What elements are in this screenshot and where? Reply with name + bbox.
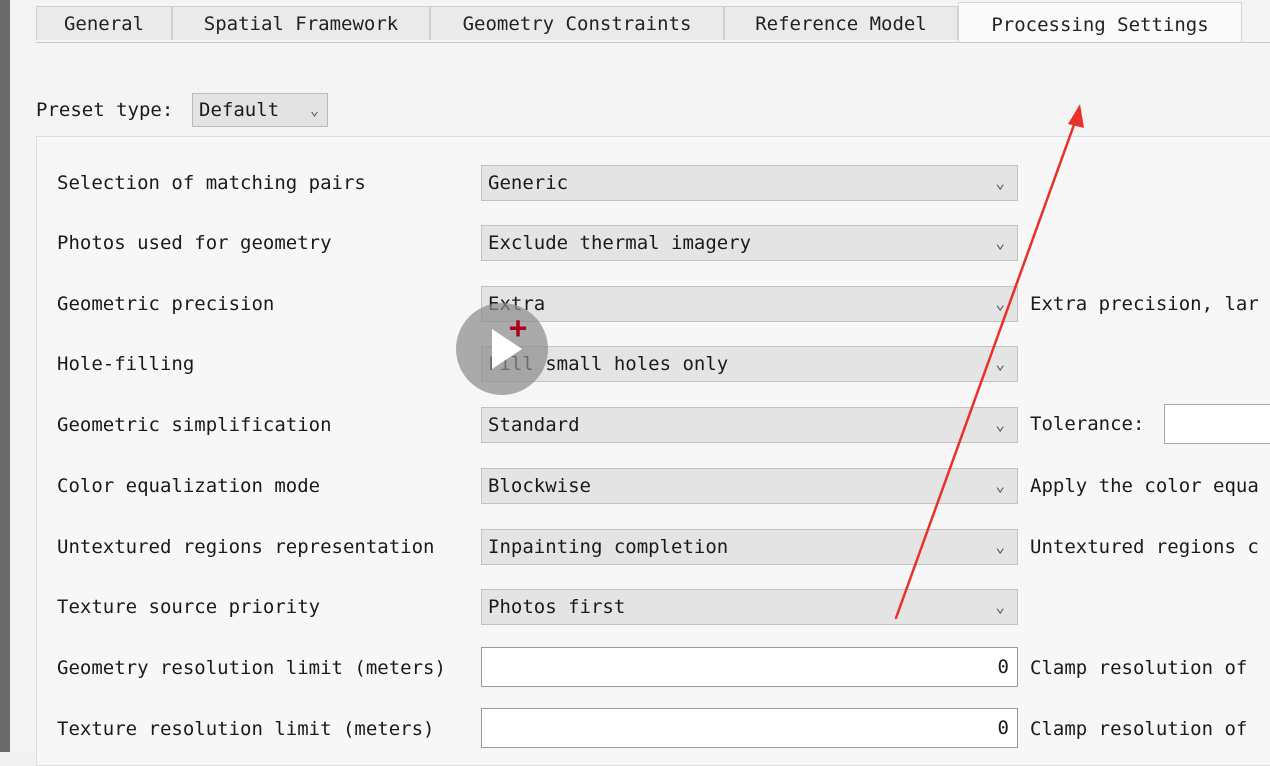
geometric-precision-select[interactable]: Extra ⌄ [481, 286, 1018, 322]
photos-geometry-value: Exclude thermal imagery [488, 232, 752, 254]
chevron-down-icon: ⌄ [309, 101, 319, 119]
color-equalization-description: Apply the color equa [1030, 475, 1259, 497]
photos-geometry-label: Photos used for geometry [57, 232, 332, 254]
preset-type-select[interactable]: Default ⌄ [192, 93, 328, 127]
chevron-down-icon: ⌄ [995, 354, 1005, 373]
texture-priority-value: Photos first [488, 596, 626, 618]
geometric-simplification-select[interactable]: Standard ⌄ [481, 407, 1018, 443]
matching-pairs-value: Generic [488, 172, 569, 194]
photos-geometry-select[interactable]: Exclude thermal imagery ⌄ [481, 225, 1018, 261]
chevron-down-icon: ⌄ [995, 415, 1005, 434]
tab-processing-settings[interactable]: Processing Settings [958, 2, 1242, 42]
geometric-simplification-label: Geometric simplification [57, 414, 332, 436]
tab-spatial-framework[interactable]: Spatial Framework [172, 6, 430, 40]
geometry-resolution-limit-description: Clamp resolution of [1030, 657, 1248, 679]
tolerance-input[interactable] [1164, 404, 1270, 444]
hole-filling-select[interactable]: Fill small holes only ⌄ [481, 346, 1018, 382]
texture-resolution-limit-input[interactable]: 0 [481, 708, 1018, 748]
geometric-precision-description: Extra precision, lar [1030, 293, 1259, 315]
geometry-resolution-limit-label: Geometry resolution limit (meters) [57, 657, 446, 679]
chevron-down-icon: ⌄ [995, 173, 1005, 192]
preset-type-value: Default [199, 99, 280, 121]
tab-general[interactable]: General [36, 6, 172, 40]
plus-icon: + [509, 311, 528, 346]
texture-resolution-limit-label: Texture resolution limit (meters) [57, 718, 435, 740]
chevron-down-icon: ⌄ [995, 294, 1005, 313]
texture-priority-label: Texture source priority [57, 596, 321, 618]
play-button-icon[interactable] [456, 303, 548, 395]
tab-reference-model[interactable]: Reference Model [724, 6, 958, 40]
geometric-simplification-value: Standard [488, 414, 580, 436]
matching-pairs-label: Selection of matching pairs [57, 172, 366, 194]
chevron-down-icon: ⌄ [995, 597, 1005, 616]
chevron-down-icon: ⌄ [995, 233, 1005, 252]
matching-pairs-select[interactable]: Generic ⌄ [481, 165, 1018, 201]
texture-priority-select[interactable]: Photos first ⌄ [481, 589, 1018, 625]
color-equalization-label: Color equalization mode [57, 475, 321, 497]
preset-type-label: Preset type: [36, 99, 174, 121]
chevron-down-icon: ⌄ [995, 476, 1005, 495]
untextured-regions-description: Untextured regions c [1030, 536, 1259, 558]
geometric-precision-label: Geometric precision [57, 293, 275, 315]
hole-filling-label: Hole-filling [57, 353, 195, 375]
chevron-down-icon: ⌄ [995, 537, 1005, 556]
color-equalization-select[interactable]: Blockwise ⌄ [481, 468, 1018, 504]
untextured-regions-select[interactable]: Inpainting completion ⌄ [481, 529, 1018, 565]
tolerance-label: Tolerance: [1030, 413, 1145, 435]
texture-resolution-limit-description: Clamp resolution of [1030, 718, 1248, 740]
color-equalization-value: Blockwise [488, 475, 591, 497]
window-left-edge [0, 0, 10, 752]
tab-geometry-constraints[interactable]: Geometry Constraints [430, 6, 724, 40]
geometry-resolution-limit-input[interactable]: 0 [481, 647, 1018, 687]
untextured-regions-label: Untextured regions representation [57, 536, 435, 558]
untextured-regions-value: Inpainting completion [488, 536, 729, 558]
